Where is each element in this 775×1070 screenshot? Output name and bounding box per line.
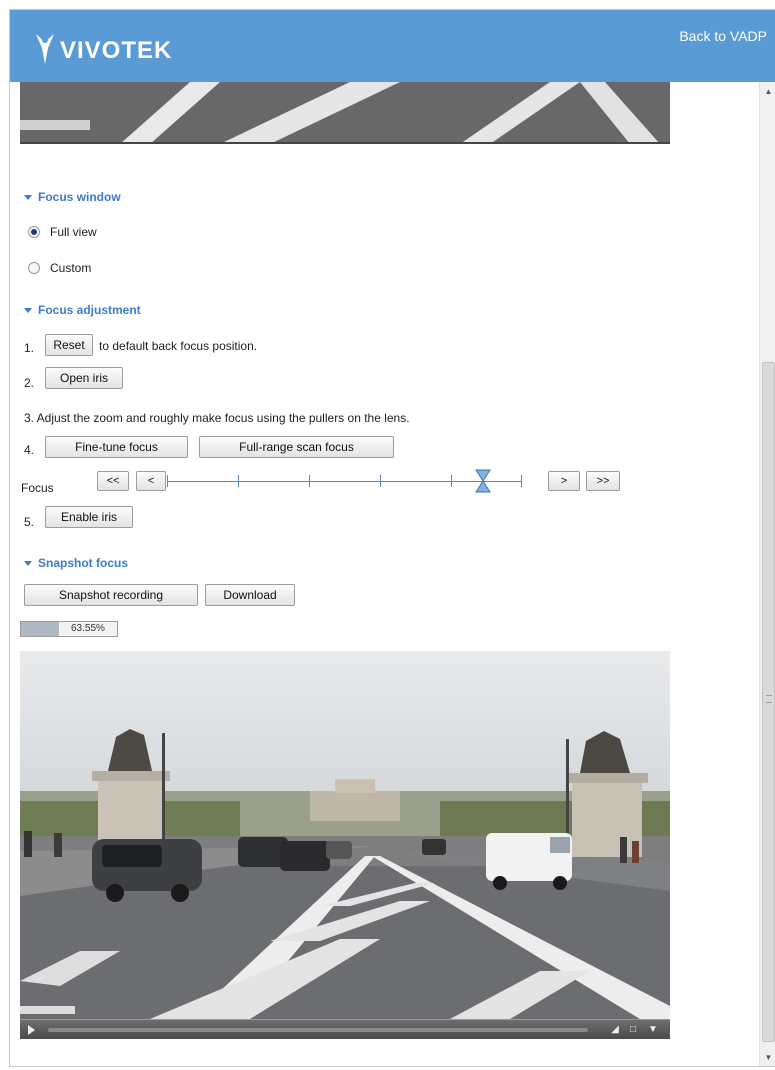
thumb-grip-icon bbox=[766, 695, 772, 703]
seek-bar[interactable] bbox=[48, 1028, 588, 1032]
radio-full-view[interactable]: Full view bbox=[28, 225, 97, 239]
scroll-up-icon[interactable]: ▲ bbox=[760, 84, 775, 100]
snapshot-recording-button[interactable]: Snapshot recording bbox=[24, 584, 198, 606]
logo-text: VIVOTEK bbox=[60, 37, 173, 64]
focus-window-title: Focus window bbox=[38, 190, 121, 204]
slider-tick bbox=[309, 475, 310, 487]
full-range-scan-focus-button[interactable]: Full-range scan focus bbox=[199, 436, 394, 458]
focus-slider-handle-icon[interactable] bbox=[475, 469, 491, 493]
collapse-triangle-icon bbox=[24, 560, 32, 566]
slider-tick bbox=[380, 475, 381, 487]
main-content: Focus window Full view Custom Focus adju… bbox=[10, 82, 750, 1066]
snapshot-focus-heading[interactable]: Snapshot focus bbox=[24, 556, 128, 570]
slider-tick bbox=[521, 475, 522, 487]
slider-tick bbox=[167, 475, 168, 487]
step-1-text: to default back focus position. bbox=[99, 339, 258, 353]
progress-value: 63.55% bbox=[71, 623, 105, 634]
back-to-vadp-link[interactable]: Back to VADP bbox=[679, 28, 767, 44]
snapshot-video-frame bbox=[20, 651, 670, 1019]
vertical-scrollbar[interactable]: ▲ ▼ bbox=[759, 82, 775, 1066]
step-4-number: 4. bbox=[24, 443, 35, 457]
fine-tune-focus-button[interactable]: Fine-tune focus bbox=[45, 436, 188, 458]
browser-window: VIVOTEK Back to VADP Focus window Full v… bbox=[9, 9, 775, 1067]
menu-icon[interactable]: ▼ bbox=[646, 1023, 660, 1037]
radio-button-icon[interactable] bbox=[28, 262, 40, 274]
snapshot-focus-title: Snapshot focus bbox=[38, 556, 129, 570]
radio-custom[interactable]: Custom bbox=[28, 261, 91, 275]
download-button[interactable]: Download bbox=[205, 584, 295, 606]
focus-label: Focus bbox=[21, 481, 54, 495]
focus-step-forward-button[interactable]: > bbox=[548, 471, 580, 491]
video-player-controls: ◢ □ ▼ bbox=[20, 1019, 670, 1039]
play-icon[interactable] bbox=[28, 1025, 35, 1035]
radio-button-icon[interactable] bbox=[28, 226, 40, 238]
volume-icon[interactable]: ◢ bbox=[608, 1023, 622, 1037]
step-1-number: 1. bbox=[24, 341, 35, 355]
vivotek-logo: VIVOTEK bbox=[32, 28, 172, 68]
scroll-down-icon[interactable]: ▼ bbox=[760, 1050, 775, 1066]
collapse-triangle-icon bbox=[24, 307, 32, 313]
step-3-text: 3. Adjust the zoom and roughly make focu… bbox=[24, 411, 410, 425]
live-preview-image bbox=[20, 82, 670, 144]
radio-label: Full view bbox=[50, 225, 97, 239]
collapse-triangle-icon bbox=[24, 194, 32, 200]
enable-iris-button[interactable]: Enable iris bbox=[45, 506, 133, 528]
step-2-number: 2. bbox=[24, 376, 35, 390]
focus-step-forward-far-button[interactable]: >> bbox=[586, 471, 620, 491]
fullscreen-icon[interactable]: □ bbox=[626, 1023, 640, 1037]
open-iris-button[interactable]: Open iris bbox=[45, 367, 123, 389]
radio-label: Custom bbox=[50, 261, 92, 275]
focus-adjustment-title: Focus adjustment bbox=[38, 303, 141, 317]
focus-adjustment-heading[interactable]: Focus adjustment bbox=[24, 303, 141, 317]
focus-step-back-button[interactable]: < bbox=[136, 471, 166, 491]
header-bar: VIVOTEK Back to VADP bbox=[10, 10, 775, 82]
reset-button[interactable]: Reset bbox=[45, 334, 93, 356]
scroll-thumb[interactable] bbox=[762, 362, 775, 1042]
slider-tick bbox=[451, 475, 452, 487]
snapshot-progress-bar: 63.55% bbox=[20, 621, 118, 637]
focus-step-back-far-button[interactable]: << bbox=[97, 471, 129, 491]
slider-tick bbox=[238, 475, 239, 487]
step-5-number: 5. bbox=[24, 515, 35, 529]
logo-mark-icon bbox=[36, 34, 54, 64]
focus-window-heading[interactable]: Focus window bbox=[24, 190, 121, 204]
focus-slider-track[interactable] bbox=[167, 475, 522, 487]
progress-fill bbox=[21, 622, 60, 636]
